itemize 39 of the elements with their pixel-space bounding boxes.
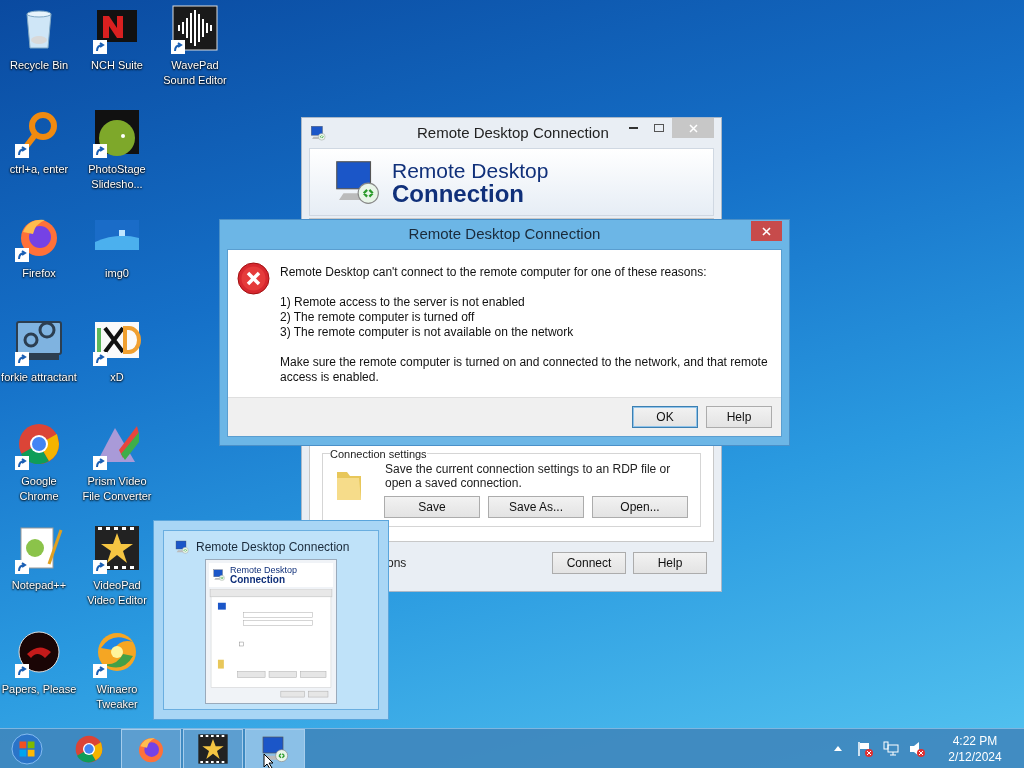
dialog-button[interactable]: Open... — [592, 496, 688, 518]
group-label: Connection settings — [330, 446, 427, 462]
flag-warning-icon[interactable] — [856, 739, 874, 758]
close-icon — [688, 123, 698, 133]
advice-text: Make sure the remote computer is turned on and connected to the network, and that remote access is enabled. — [280, 355, 769, 385]
chevron-up-icon[interactable] — [834, 746, 842, 751]
dialog-title: Remote Desktop Connection — [408, 224, 601, 245]
dialog-button[interactable]: Help — [706, 406, 772, 428]
error-icon — [237, 262, 270, 295]
dialog-button[interactable]: Connect — [552, 552, 626, 574]
taskbar-button[interactable] — [245, 728, 305, 768]
dialog-button[interactable]: Help — [633, 552, 707, 574]
dialog-button[interactable]: Save As... — [488, 496, 584, 518]
preview-title: Remote Desktop Connection — [196, 538, 350, 556]
waveform-icon — [171, 4, 219, 52]
remote-desktop-icon — [212, 568, 226, 582]
dialog-button[interactable]: Save — [384, 496, 480, 518]
taskbar-button[interactable] — [183, 728, 243, 768]
reason-text: 2) The remote computer is turned off — [280, 310, 476, 325]
remote-desktop-icon — [174, 538, 190, 555]
error-message: Remote Desktop can't connect to the remote computer for one of these reasons: — [280, 265, 708, 280]
reason-text: 3) The remote computer is not available on the network — [280, 325, 575, 340]
speaker-muted-icon[interactable] — [908, 739, 926, 758]
preview-heading: Remote Desktop — [230, 565, 298, 575]
close-button[interactable] — [751, 221, 782, 241]
windows-logo-icon — [9, 730, 45, 767]
remote-desktop-icon — [309, 124, 327, 142]
clock[interactable]: 4:22 PM 2/12/2024 — [940, 732, 1010, 765]
preview-heading: Connection — [230, 575, 285, 585]
close-icon — [762, 226, 771, 236]
round-emblem-icon — [15, 628, 63, 676]
window-title: Remote Desktop Connection — [417, 122, 609, 143]
description-text: Save the current connection settings to an RDP file or open a saved connection. — [385, 462, 672, 490]
dialog-button[interactable]: OK — [632, 406, 698, 428]
reason-text: 1) Remote access to the server is not enabled — [280, 295, 526, 310]
mouse-cursor-icon — [263, 753, 275, 768]
banner-title: Remote Desktop — [392, 159, 549, 182]
network-icon[interactable] — [882, 739, 900, 758]
banner-title: Connection — [392, 182, 524, 205]
